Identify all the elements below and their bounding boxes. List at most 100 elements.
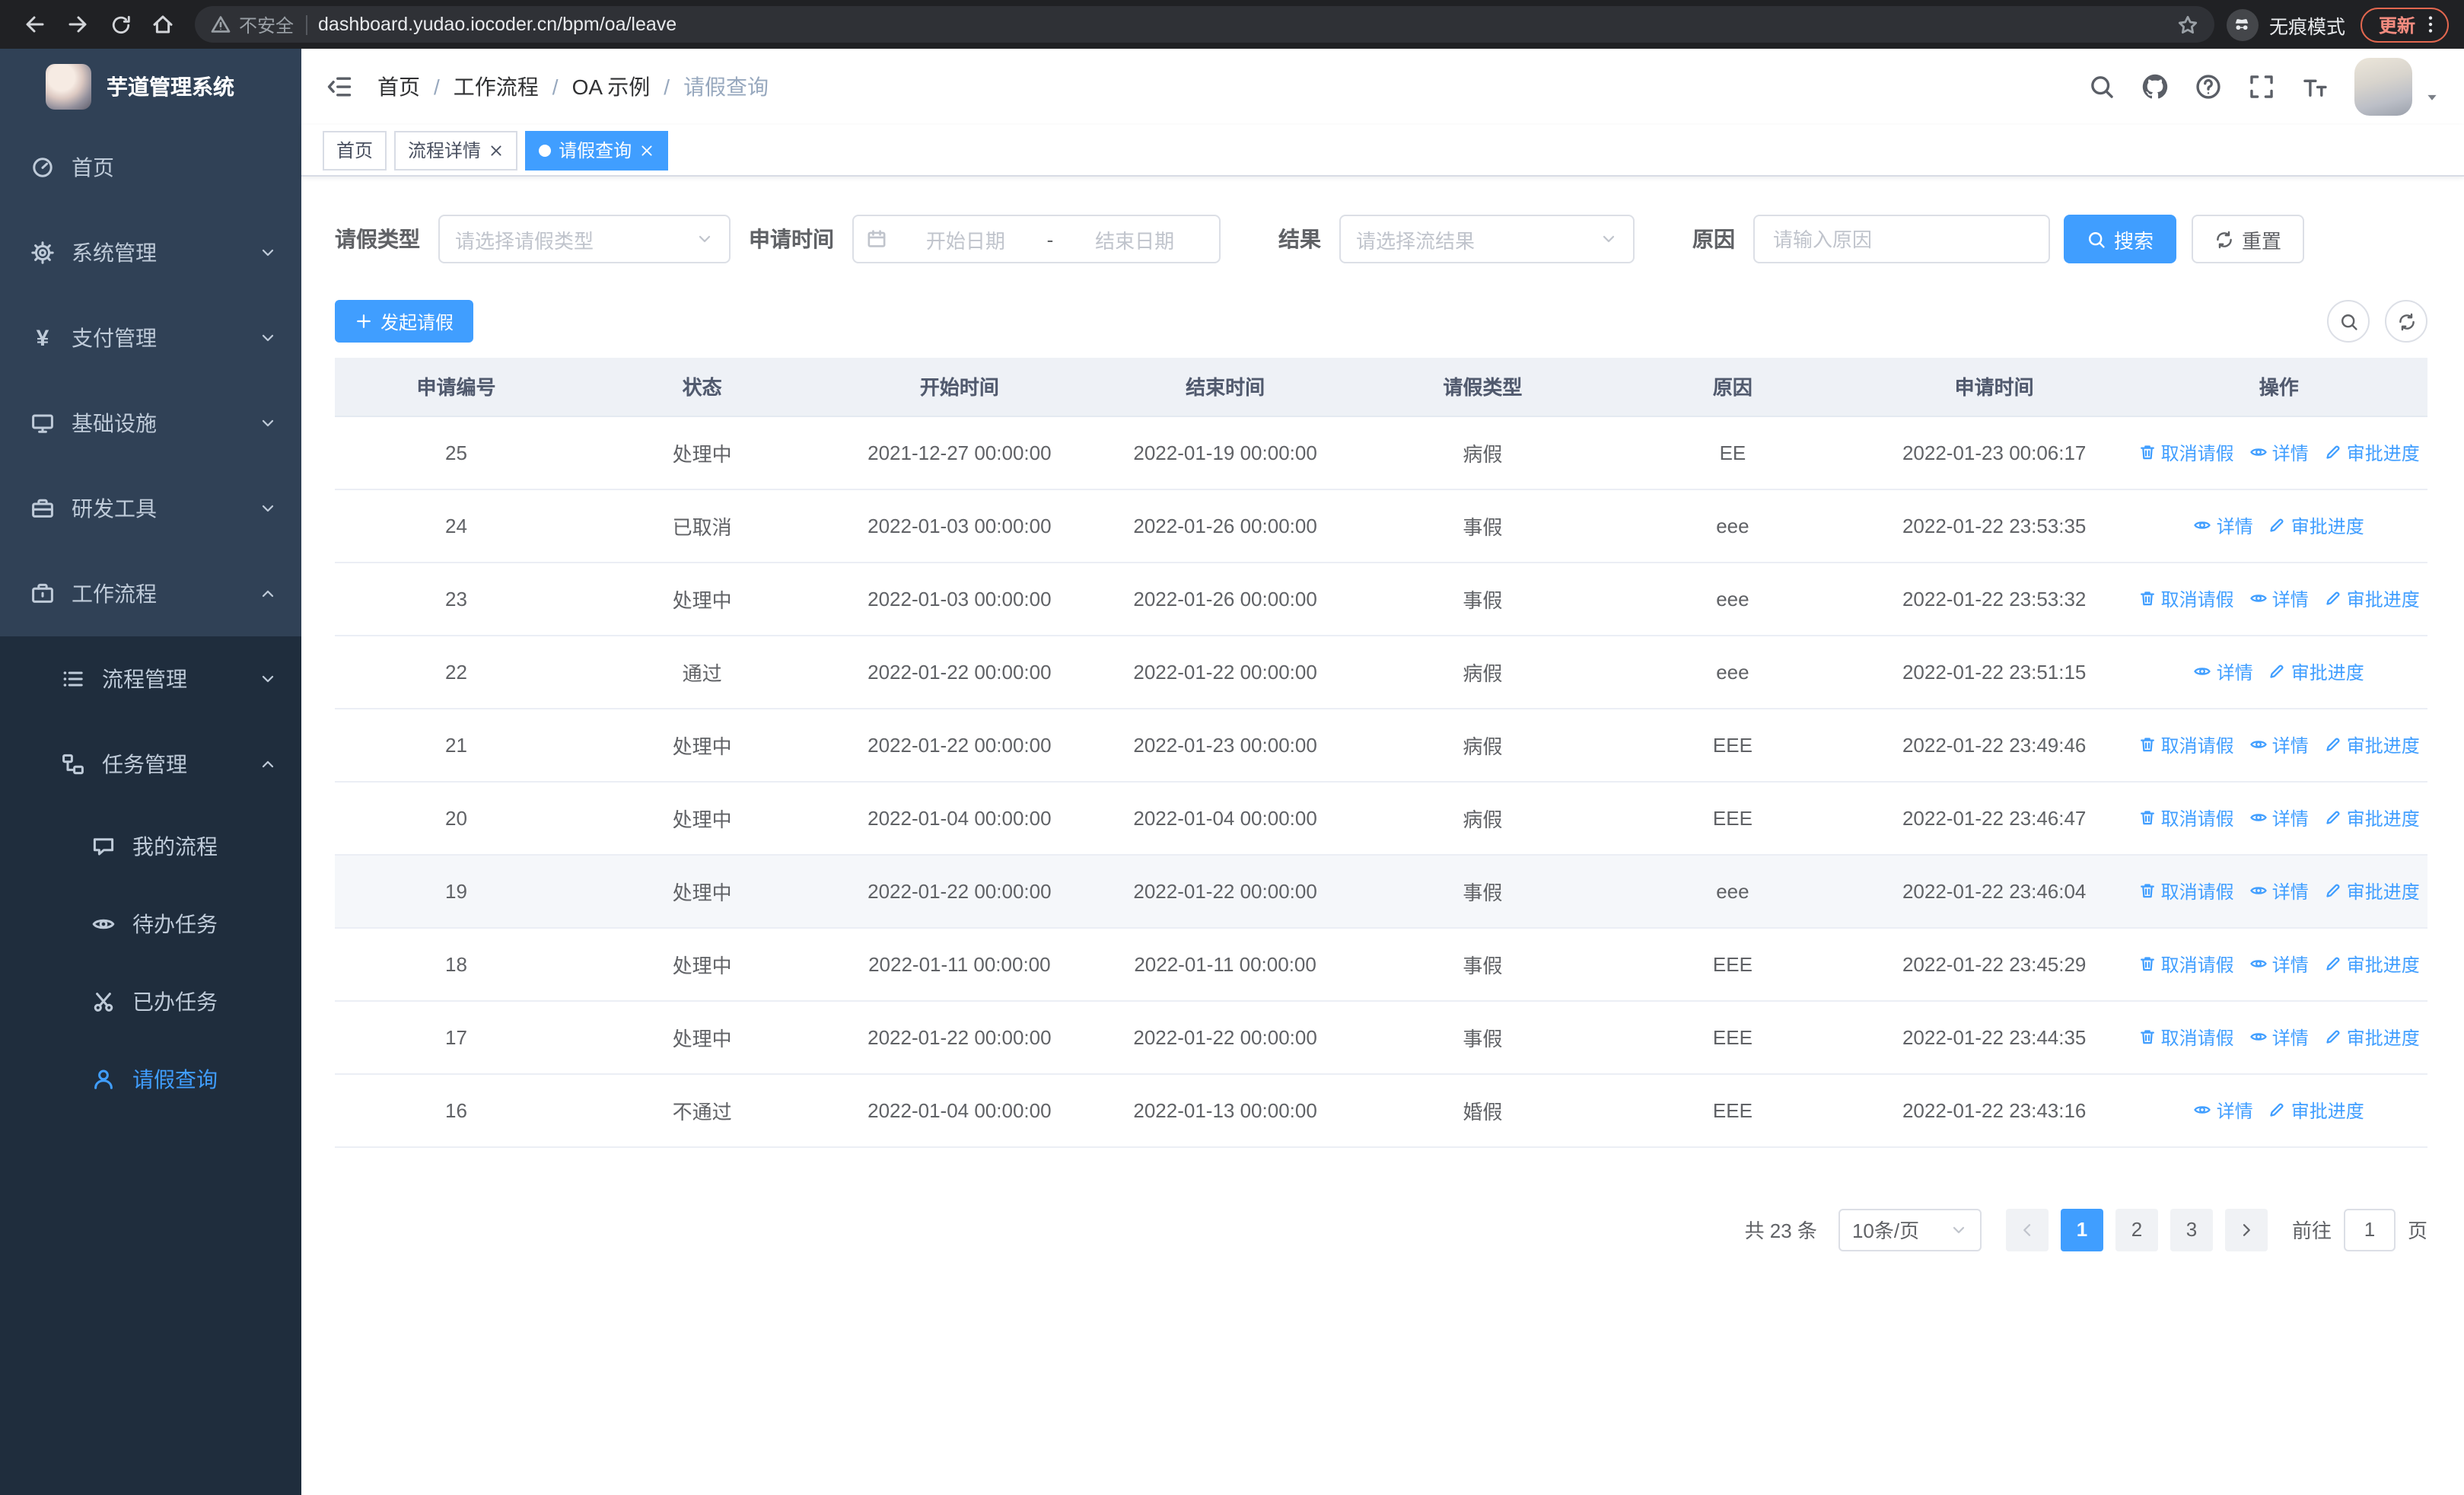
approval-progress-link[interactable]: 审批进度: [2324, 439, 2420, 465]
sidebar-toggle-icon[interactable]: [326, 73, 353, 100]
page-content: 请假类型 请选择请假类型 申请时间 开始日期 - 结束日期 结果 请选择流结果 …: [301, 177, 2464, 1495]
prev-page-button[interactable]: [2005, 1208, 2049, 1251]
sidebar-item-label: 研发工具: [72, 496, 157, 521]
page-button-3[interactable]: 3: [2170, 1208, 2213, 1251]
approval-progress-link[interactable]: 审批进度: [2324, 951, 2420, 977]
approval-progress-link[interactable]: 审批进度: [2324, 805, 2420, 830]
tab-process-detail[interactable]: 流程详情: [394, 130, 518, 170]
sidebar-item-label: 系统管理: [72, 241, 157, 265]
create-leave-button[interactable]: 发起请假: [335, 300, 474, 343]
sidebar-item-todo-tasks[interactable]: 待办任务: [0, 885, 301, 962]
edit-icon: [2324, 735, 2342, 754]
sidebar-item-system-management[interactable]: 系统管理: [0, 210, 301, 295]
leave-detail-link[interactable]: 详情: [2194, 512, 2253, 538]
approval-progress-link[interactable]: 审批进度: [2324, 732, 2420, 757]
calendar-icon: [866, 228, 887, 250]
cancel-leave-link[interactable]: 取消请假: [2138, 439, 2234, 465]
result-label: 结果: [1278, 227, 1321, 251]
col-end-time: 结束时间: [1092, 358, 1358, 416]
tab-leave-query[interactable]: 请假查询: [525, 130, 669, 170]
next-page-button[interactable]: [2224, 1208, 2268, 1251]
sidebar-item-dev-tools[interactable]: 研发工具: [0, 466, 301, 551]
reset-button[interactable]: 重置: [2192, 215, 2305, 263]
sidebar-item-workflow[interactable]: 工作流程: [0, 551, 301, 636]
approval-progress-link[interactable]: 审批进度: [2268, 512, 2364, 538]
sidebar-item-my-processes[interactable]: 我的流程: [0, 807, 301, 885]
browser-reload-button[interactable]: [100, 5, 140, 44]
breadcrumb-workflow[interactable]: 工作流程: [454, 72, 539, 102]
sidebar-item-task-management[interactable]: 任务管理: [0, 722, 301, 807]
breadcrumb-home[interactable]: 首页: [377, 72, 420, 102]
breadcrumb-separator: /: [552, 75, 559, 99]
help-icon[interactable]: [2195, 73, 2222, 100]
cancel-leave-link[interactable]: 取消请假: [2138, 585, 2234, 611]
result-select[interactable]: 请选择流结果: [1339, 215, 1635, 263]
page-button-1[interactable]: 1: [2060, 1208, 2103, 1251]
leave-detail-link[interactable]: 详情: [2194, 1097, 2253, 1123]
tab-home[interactable]: 首页: [323, 130, 387, 170]
user-avatar[interactable]: [2354, 58, 2412, 116]
browser-back-button[interactable]: [15, 5, 55, 44]
cancel-leave-link[interactable]: 取消请假: [2138, 1024, 2234, 1050]
sidebar-item-payment-management[interactable]: ¥ 支付管理: [0, 295, 301, 381]
sidebar-item-done-tasks[interactable]: 已办任务: [0, 962, 301, 1040]
browser-home-button[interactable]: [143, 5, 183, 44]
toggle-search-button[interactable]: [2327, 300, 2370, 343]
leave-detail-link[interactable]: 详情: [2249, 732, 2309, 757]
leave-detail-link[interactable]: 详情: [2249, 878, 2309, 904]
app-logo[interactable]: 芋道管理系统: [0, 49, 301, 125]
sidebar-item-home[interactable]: 首页: [0, 125, 301, 210]
trash-icon: [2138, 443, 2157, 461]
leave-detail-link[interactable]: 详情: [2249, 805, 2309, 830]
page-size-select[interactable]: 10条/页: [1838, 1208, 1982, 1251]
fullscreen-icon[interactable]: [2248, 73, 2275, 100]
leave-detail-link[interactable]: 详情: [2194, 658, 2253, 684]
close-icon[interactable]: [639, 142, 654, 158]
close-icon[interactable]: [489, 142, 504, 158]
edit-icon: [2324, 589, 2342, 607]
goto-page-input[interactable]: [2343, 1208, 2396, 1251]
approval-progress-link[interactable]: 审批进度: [2324, 585, 2420, 611]
github-icon[interactable]: [2141, 73, 2169, 100]
eye-icon: [2249, 808, 2268, 827]
browser-update-button[interactable]: 更新: [2360, 7, 2449, 42]
leave-type-select[interactable]: 请选择请假类型: [438, 215, 731, 263]
chevron-down-icon: [259, 244, 277, 262]
cancel-leave-link[interactable]: 取消请假: [2138, 805, 2234, 830]
sidebar-menu: 首页 系统管理 ¥ 支付管理 基础设施 研发工具 工作流程 流程管理 任务管理 …: [0, 125, 301, 1495]
security-warning-icon: [210, 14, 231, 35]
refresh-table-button[interactable]: [2385, 300, 2427, 343]
leave-detail-link[interactable]: 详情: [2249, 439, 2309, 465]
chat-icon: [91, 834, 116, 858]
avatar-caret-icon[interactable]: [2424, 90, 2440, 105]
cancel-leave-link[interactable]: 取消请假: [2138, 951, 2234, 977]
goto-label: 前往: [2291, 1219, 2332, 1242]
bookmark-star-icon[interactable]: [2176, 13, 2199, 36]
page-button-2[interactable]: 2: [2115, 1208, 2158, 1251]
leave-detail-link[interactable]: 详情: [2249, 585, 2309, 611]
cancel-leave-link[interactable]: 取消请假: [2138, 878, 2234, 904]
sidebar-item-leave-query[interactable]: 请假查询: [0, 1040, 301, 1117]
font-size-icon[interactable]: [2301, 73, 2329, 100]
approval-progress-link[interactable]: 审批进度: [2324, 1024, 2420, 1050]
eye-icon: [2249, 1028, 2268, 1046]
sidebar-item-process-management[interactable]: 流程管理: [0, 636, 301, 722]
browser-forward-button[interactable]: [58, 5, 97, 44]
header-search-icon[interactable]: [2088, 73, 2115, 100]
eye-icon: [2249, 881, 2268, 900]
approval-progress-link[interactable]: 审批进度: [2268, 658, 2364, 684]
search-button[interactable]: 搜索: [2064, 215, 2177, 263]
browser-menu-icon[interactable]: [2420, 14, 2441, 35]
breadcrumb-oa-example[interactable]: OA 示例: [572, 72, 651, 102]
leave-detail-link[interactable]: 详情: [2249, 1024, 2309, 1050]
tags-view-bar: 首页 流程详情 请假查询: [301, 125, 2464, 177]
approval-progress-link[interactable]: 审批进度: [2268, 1097, 2364, 1123]
reason-input[interactable]: [1753, 215, 2050, 263]
cancel-leave-link[interactable]: 取消请假: [2138, 732, 2234, 757]
approval-progress-link[interactable]: 审批进度: [2324, 878, 2420, 904]
apply-time-range-picker[interactable]: 开始日期 - 结束日期: [852, 215, 1221, 263]
security-label: 不安全: [239, 14, 294, 36]
leave-detail-link[interactable]: 详情: [2249, 951, 2309, 977]
address-bar[interactable]: 不安全 dashboard.yudao.iocoder.cn/bpm/oa/le…: [195, 6, 2214, 43]
sidebar-item-infrastructure[interactable]: 基础设施: [0, 381, 301, 466]
